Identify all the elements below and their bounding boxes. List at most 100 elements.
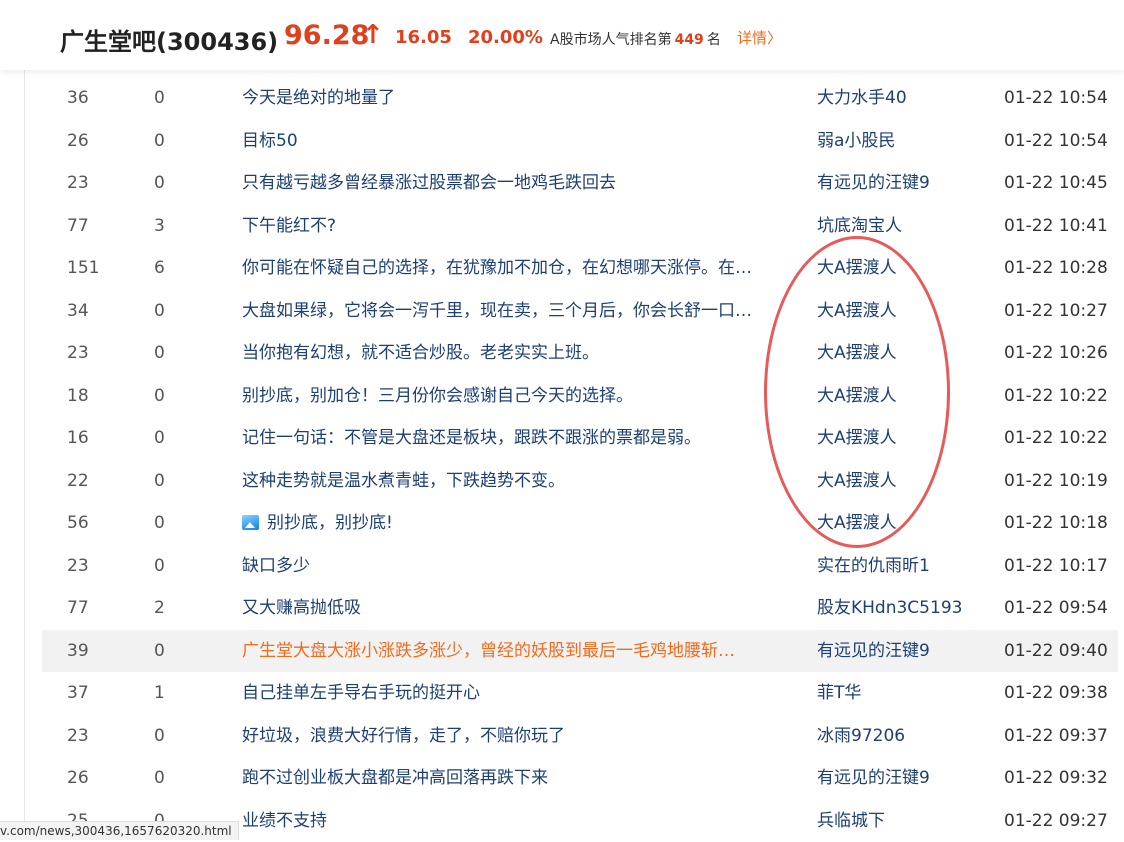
post-author-link[interactable]: 大力水手40: [817, 77, 907, 120]
detail-link[interactable]: 详情〉: [737, 27, 782, 48]
post-row[interactable]: 230只有越亏越多曾经暴涨过股票都会一地鸡毛跌回去有远见的汪键901-22 10…: [42, 162, 1118, 205]
post-title-text: 别抄底，别抄底!: [267, 513, 393, 533]
post-time: 01-22 09:38: [1004, 672, 1108, 715]
rank-suffix: 名: [707, 32, 721, 48]
post-time: 01-22 10:22: [1004, 375, 1108, 418]
read-count: 18: [67, 375, 89, 418]
post-title-link[interactable]: 目标50: [242, 120, 298, 163]
post-author-link[interactable]: 大A摆渡人: [817, 460, 897, 503]
post-title-link[interactable]: 记住一句话：不管是大盘还是板块，跟跌不跟涨的票都是弱。: [242, 417, 701, 460]
post-author-link[interactable]: 实在的仇雨昕1: [817, 545, 930, 588]
post-title-link[interactable]: 你可能在怀疑自己的选择，在犹豫加不加仓，在幻想哪天涨停。在…: [242, 247, 752, 290]
post-author-link[interactable]: 有远见的汪键9: [817, 162, 930, 205]
read-count: 23: [67, 332, 89, 375]
reply-count: 0: [154, 545, 165, 588]
post-row[interactable]: 773下午能红不?坑底淘宝人01-22 10:41: [42, 205, 1118, 248]
read-count: 23: [67, 715, 89, 758]
read-count: 26: [67, 757, 89, 800]
reply-count: 0: [154, 290, 165, 333]
read-count: 23: [67, 162, 89, 205]
post-title-link[interactable]: 这种走势就是温水煮青蛙，下跌趋势不变。: [242, 460, 565, 503]
status-bar-url: v.com/news,300436,1657620320.html: [0, 821, 239, 840]
post-row[interactable]: 390广生堂大盘大涨小涨跌多涨少，曾经的妖股到最后一毛鸡地腰斩…有远见的汪键90…: [42, 630, 1118, 673]
post-author-link[interactable]: 坑底淘宝人: [817, 205, 902, 248]
post-title-link[interactable]: 自己挂单左手导右手玩的挺开心: [242, 672, 480, 715]
reply-count: 0: [154, 332, 165, 375]
post-author-link[interactable]: 大A摆渡人: [817, 332, 897, 375]
post-time: 01-22 10:26: [1004, 332, 1108, 375]
post-row[interactable]: 340大盘如果绿，它将会一泻千里，现在卖，三个月后，你会长舒一口…大A摆渡人01…: [42, 290, 1118, 333]
post-row[interactable]: 230好垃圾，浪费大好行情，走了，不赔你玩了冰雨9720601-22 09:37: [42, 715, 1118, 758]
rank-prefix: A股市场人气排名第: [550, 32, 672, 48]
post-author-link[interactable]: 大A摆渡人: [817, 417, 897, 460]
post-time: 01-22 10:41: [1004, 205, 1108, 248]
stock-header: 广生堂吧(300436) 96.28 ↑ 16.05 20.00% A股市场人气…: [0, 0, 1124, 70]
post-author-link[interactable]: 大A摆渡人: [817, 502, 897, 545]
post-author-link[interactable]: 有远见的汪键9: [817, 630, 930, 673]
price-change: 16.05: [395, 27, 452, 48]
post-author-link[interactable]: 大A摆渡人: [817, 247, 897, 290]
post-row[interactable]: 360今天是绝对的地量了大力水手4001-22 10:54: [42, 77, 1118, 120]
reply-count: 2: [154, 587, 165, 630]
reply-count: 0: [154, 162, 165, 205]
post-row[interactable]: 37 1 自己挂单左手导右手玩的挺开心 菲T华 01-22 09:38: [42, 672, 1118, 715]
stock-title[interactable]: 广生堂吧(300436): [60, 22, 278, 57]
post-row[interactable]: 1516你可能在怀疑自己的选择，在犹豫加不加仓，在幻想哪天涨停。在…大A摆渡人0…: [42, 247, 1118, 290]
reply-count: 0: [154, 757, 165, 800]
post-row[interactable]: 180别抄底，别加仓！三月份你会感谢自己今天的选择。大A摆渡人01-22 10:…: [42, 375, 1118, 418]
reply-count: 0: [154, 120, 165, 163]
post-row[interactable]: 230缺口多少实在的仇雨昕101-22 10:17: [42, 545, 1118, 588]
post-author-link[interactable]: 股友KHdn3C5193: [817, 587, 962, 630]
stock-price: 96.28: [284, 20, 369, 51]
post-title-link[interactable]: 今天是绝对的地量了: [242, 77, 395, 120]
post-author-link[interactable]: 大A摆渡人: [817, 375, 897, 418]
post-title-link[interactable]: 下午能红不?: [242, 205, 336, 248]
reply-count: 1: [154, 672, 165, 715]
post-title-link[interactable]: 别抄底，别加仓！三月份你会感谢自己今天的选择。: [242, 375, 633, 418]
read-count: 22: [67, 460, 89, 503]
post-title-link[interactable]: 跑不过创业板大盘都是冲高回落再跌下来: [242, 757, 548, 800]
post-title-link[interactable]: 缺口多少: [242, 545, 310, 588]
post-time: 01-22 10:17: [1004, 545, 1108, 588]
post-list: 360今天是绝对的地量了大力水手4001-22 10:54260目标50弱a小股…: [42, 77, 1118, 842]
image-icon: [242, 515, 259, 530]
post-row[interactable]: 220这种走势就是温水煮青蛙，下跌趋势不变。大A摆渡人01-22 10:19: [42, 460, 1118, 503]
post-row[interactable]: 260目标50弱a小股民01-22 10:54: [42, 120, 1118, 163]
post-time: 01-22 09:54: [1004, 587, 1108, 630]
post-time: 01-22 10:18: [1004, 502, 1108, 545]
post-title-link[interactable]: 大盘如果绿，它将会一泻千里，现在卖，三个月后，你会长舒一口…: [242, 290, 752, 333]
reply-count: 6: [154, 247, 165, 290]
read-count: 56: [67, 502, 89, 545]
post-title-link[interactable]: 别抄底，别抄底!: [242, 502, 393, 545]
reply-count: 0: [154, 417, 165, 460]
post-title-link[interactable]: 广生堂大盘大涨小涨跌多涨少，曾经的妖股到最后一毛鸡地腰斩…: [242, 630, 735, 673]
post-title-link[interactable]: 当你抱有幻想，就不适合炒股。老老实实上班。: [242, 332, 599, 375]
read-count: 37: [67, 672, 89, 715]
post-row[interactable]: 23 0 当你抱有幻想，就不适合炒股。老老实实上班。 大A摆渡人 01-22 10:26: [42, 332, 1118, 375]
post-row[interactable]: 26 0 跑不过创业板大盘都是冲高回落再跌下来 有远见的汪键9 01-22 09:32: [42, 757, 1118, 800]
post-time: 01-22 09:32: [1004, 757, 1108, 800]
post-author-link[interactable]: 兵临城下: [817, 800, 885, 842]
post-title-link[interactable]: 只有越亏越多曾经暴涨过股票都会一地鸡毛跌回去: [242, 162, 616, 205]
post-author-link[interactable]: 大A摆渡人: [817, 290, 897, 333]
post-row[interactable]: 56 0 别抄底，别抄底! 大A摆渡人 01-22 10:18: [42, 502, 1118, 545]
post-row[interactable]: 160记住一句话：不管是大盘还是板块，跟跌不跟涨的票都是弱。大A摆渡人01-22…: [42, 417, 1118, 460]
read-count: 39: [67, 630, 89, 673]
post-title-link[interactable]: 好垃圾，浪费大好行情，走了，不赔你玩了: [242, 715, 565, 758]
post-author-link[interactable]: 冰雨97206: [817, 715, 905, 758]
reply-count: 0: [154, 460, 165, 503]
read-count: 77: [67, 205, 89, 248]
post-time: 01-22 09:27: [1004, 800, 1108, 842]
post-row[interactable]: 77 2 又大赚高抛低吸 股友KHdn3C5193 01-22 09:54: [42, 587, 1118, 630]
read-count: 36: [67, 77, 89, 120]
post-author-link[interactable]: 菲T华: [817, 672, 861, 715]
post-author-link[interactable]: 有远见的汪键9: [817, 757, 930, 800]
reply-count: 0: [154, 502, 165, 545]
post-author-link[interactable]: 弱a小股民: [817, 120, 895, 163]
post-time: 01-22 10:54: [1004, 120, 1108, 163]
post-title-link[interactable]: 业绩不支持: [242, 800, 327, 842]
read-count: 77: [67, 587, 89, 630]
reply-count: 0: [154, 77, 165, 120]
post-title-link[interactable]: 又大赚高抛低吸: [242, 587, 361, 630]
post-time: 01-22 10:22: [1004, 417, 1108, 460]
